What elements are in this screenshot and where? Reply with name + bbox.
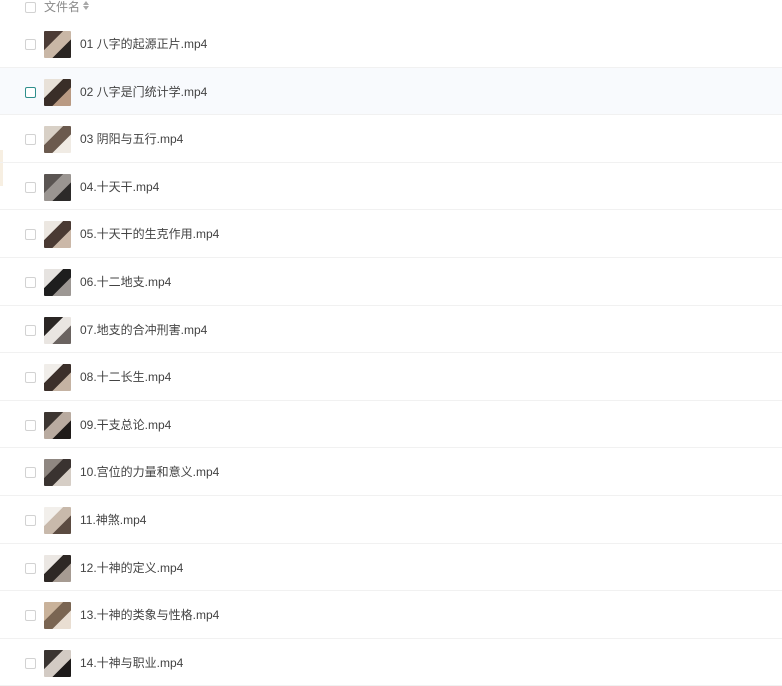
video-thumbnail[interactable] <box>44 268 71 296</box>
file-row[interactable]: 08.十二长生.mp4 <box>0 353 782 401</box>
file-checkbox[interactable] <box>25 229 36 241</box>
video-thumbnail[interactable] <box>44 173 71 201</box>
file-name[interactable]: 07.地支的合冲刑害.mp4 <box>80 323 207 337</box>
file-checkbox[interactable] <box>25 39 36 50</box>
file-checkbox[interactable] <box>25 134 36 146</box>
file-name[interactable]: 10.宫位的力量和意义.mp4 <box>80 465 219 479</box>
file-checkbox[interactable] <box>25 467 36 479</box>
file-checkbox[interactable] <box>25 514 36 526</box>
file-rows: 01 八字的起源正片.mp4 02 八字是门统计学.mp4 03 阴阳与五行.mp4… <box>0 20 782 686</box>
file-name[interactable]: 02 八字是门统计学.mp4 <box>80 85 207 99</box>
file-row[interactable]: 03 阴阳与五行.mp4 <box>0 115 782 163</box>
file-row[interactable]: 10.宫位的力量和意义.mp4 <box>0 448 782 496</box>
file-row[interactable]: 13.十神的类象与性格.mp4 <box>0 591 782 639</box>
file-row[interactable]: 05.十天干的生克作用.mp4 <box>0 210 782 258</box>
file-checkbox[interactable] <box>25 657 36 669</box>
file-name[interactable]: 01 八字的起源正片.mp4 <box>80 37 207 51</box>
file-checkbox[interactable] <box>25 610 36 622</box>
file-checkbox[interactable] <box>25 181 36 193</box>
select-all-checkbox[interactable] <box>25 2 36 13</box>
file-name[interactable]: 09.干支总论.mp4 <box>80 418 171 432</box>
file-row[interactable]: 01 八字的起源正片.mp4 <box>0 20 782 68</box>
sort-icon[interactable] <box>83 1 90 10</box>
file-name[interactable]: 08.十二长生.mp4 <box>80 370 171 384</box>
video-thumbnail[interactable] <box>44 602 71 630</box>
file-name[interactable]: 05.十天干的生克作用.mp4 <box>80 227 219 241</box>
file-list-header: 文件名 <box>0 0 782 20</box>
file-row[interactable]: 07.地支的合冲刑害.mp4 <box>0 306 782 354</box>
file-row[interactable]: 06.十二地支.mp4 <box>0 258 782 306</box>
file-name[interactable]: 03 阴阳与五行.mp4 <box>80 132 183 146</box>
video-thumbnail[interactable] <box>44 459 71 487</box>
file-checkbox[interactable] <box>25 86 36 98</box>
file-row[interactable]: 09.干支总论.mp4 <box>0 401 782 449</box>
video-thumbnail[interactable] <box>44 221 71 249</box>
video-thumbnail[interactable] <box>44 506 71 534</box>
video-thumbnail[interactable] <box>44 411 71 439</box>
video-thumbnail[interactable] <box>44 78 71 106</box>
file-name[interactable]: 12.十神的定义.mp4 <box>80 561 183 575</box>
file-checkbox[interactable] <box>25 324 36 336</box>
file-row[interactable]: 11.神煞.mp4 <box>0 496 782 544</box>
video-thumbnail[interactable] <box>44 316 71 344</box>
video-thumbnail[interactable] <box>44 364 71 392</box>
file-name[interactable]: 13.十神的类象与性格.mp4 <box>80 608 219 622</box>
file-name[interactable]: 04.十天干.mp4 <box>80 180 159 194</box>
file-name[interactable]: 14.十神与职业.mp4 <box>80 656 183 670</box>
file-checkbox[interactable] <box>25 562 36 574</box>
video-thumbnail[interactable] <box>44 126 71 154</box>
file-name[interactable]: 11.神煞.mp4 <box>80 513 146 527</box>
video-thumbnail[interactable] <box>44 554 71 582</box>
file-checkbox[interactable] <box>25 372 36 384</box>
file-row[interactable]: 04.十天干.mp4 <box>0 163 782 211</box>
file-name[interactable]: 06.十二地支.mp4 <box>80 275 171 289</box>
column-header-label: 文件名 <box>44 0 81 14</box>
column-header-filename[interactable]: 文件名 <box>44 0 90 14</box>
video-thumbnail[interactable] <box>44 31 71 58</box>
file-row[interactable]: 02 八字是门统计学.mp4 <box>0 67 782 116</box>
file-checkbox[interactable] <box>25 419 36 431</box>
file-list: 文件名 01 八字的起源正片.mp4 02 八字是门统计学.mp4 03 阴阳与五行… <box>0 0 782 686</box>
file-row[interactable]: 12.十神的定义.mp4 <box>0 544 782 592</box>
file-checkbox[interactable] <box>25 276 36 288</box>
video-thumbnail[interactable] <box>44 649 71 677</box>
